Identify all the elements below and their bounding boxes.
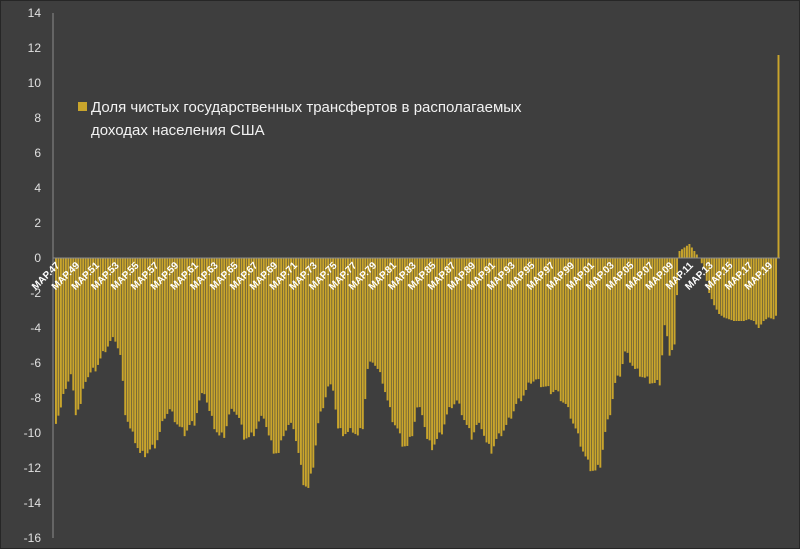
- bar: [601, 258, 604, 450]
- bar: [401, 258, 404, 447]
- bar: [302, 258, 305, 486]
- bar: [631, 258, 634, 366]
- y-tick-label: 14: [28, 6, 42, 20]
- bar: [403, 258, 406, 447]
- bar: [502, 258, 505, 431]
- bar: [72, 258, 75, 391]
- bar: [678, 251, 681, 258]
- legend: Доля чистых государственных трансфертов …: [78, 99, 522, 139]
- y-tick-label: 12: [28, 41, 42, 55]
- bar: [688, 244, 691, 258]
- legend-swatch: [78, 102, 87, 111]
- bar: [443, 258, 446, 425]
- bar: [374, 258, 377, 366]
- bar: [243, 258, 245, 440]
- bar: [599, 258, 602, 468]
- y-tick-label: 2: [34, 216, 41, 230]
- bar: [695, 254, 698, 258]
- y-tick-label: -6: [30, 356, 41, 370]
- y-tick-label: -10: [24, 426, 42, 440]
- bar: [735, 258, 738, 321]
- bar: [225, 258, 228, 427]
- bar: [304, 258, 307, 487]
- bar: [299, 258, 302, 465]
- y-tick-label: -14: [24, 496, 42, 510]
- y-tick-label: 4: [34, 181, 41, 195]
- bar: [144, 258, 147, 458]
- chart-frame: 14 12 10 8 6 4 2 0 -2 -4 -6 -8 -10 -12 -14 -16 МАР.47 МА…: [0, 0, 800, 549]
- bar: [445, 258, 448, 415]
- bar: [596, 258, 599, 465]
- y-tick-label: 0: [34, 251, 41, 265]
- bar: [673, 258, 676, 345]
- bar: [690, 247, 693, 258]
- y-tick-label: -4: [30, 321, 41, 335]
- legend-line-1: Доля чистых государственных трансфертов …: [91, 99, 522, 116]
- y-tick-label: 10: [28, 76, 42, 90]
- bar: [775, 258, 777, 316]
- bar: [579, 258, 582, 447]
- bar: [685, 245, 688, 258]
- bar: [700, 258, 703, 264]
- bar: [265, 258, 268, 428]
- bar: [681, 249, 683, 258]
- bar: [423, 258, 426, 428]
- y-tick-label: 6: [34, 146, 41, 160]
- y-tick-label: 8: [34, 111, 41, 125]
- bar: [186, 258, 189, 431]
- legend-line-2: доходах населения США: [91, 122, 265, 139]
- bar: [285, 258, 288, 431]
- bar: [307, 258, 310, 488]
- bar-chart: 14121086420-2-4-6-8-10-12-14-16 МАР.47МА…: [24, 6, 780, 545]
- bar: [582, 258, 584, 452]
- bar: [228, 258, 231, 415]
- bar: [146, 258, 149, 454]
- y-tick-label: -16: [24, 531, 42, 545]
- bar: [208, 258, 211, 411]
- y-tick-label: -8: [30, 391, 41, 405]
- bar: [718, 258, 721, 314]
- bar: [683, 247, 686, 258]
- y-tick-label: -12: [24, 461, 42, 475]
- bar: [693, 251, 696, 258]
- bar: [777, 55, 780, 258]
- bar: [755, 258, 758, 325]
- bar: [97, 258, 99, 365]
- bar: [168, 258, 171, 410]
